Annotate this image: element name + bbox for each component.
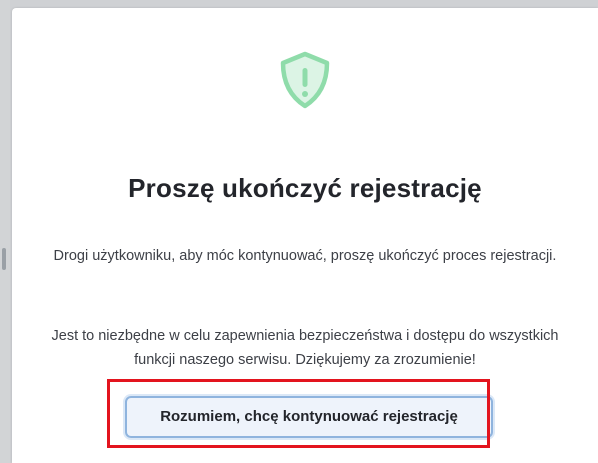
shield-alert-icon xyxy=(280,51,330,109)
button-highlight-frame xyxy=(107,379,490,448)
dialog-title: Proszę ukończyć rejestrację xyxy=(128,173,482,203)
backdrop-edge-mark xyxy=(2,248,6,270)
page-backdrop xyxy=(0,0,10,463)
dialog-message-security: Jest to niezbędne w celu zapewnienia bez… xyxy=(51,328,559,368)
dialog-message-registration: Drogi użytkowniku, aby móc kontynuować, … xyxy=(53,248,557,264)
